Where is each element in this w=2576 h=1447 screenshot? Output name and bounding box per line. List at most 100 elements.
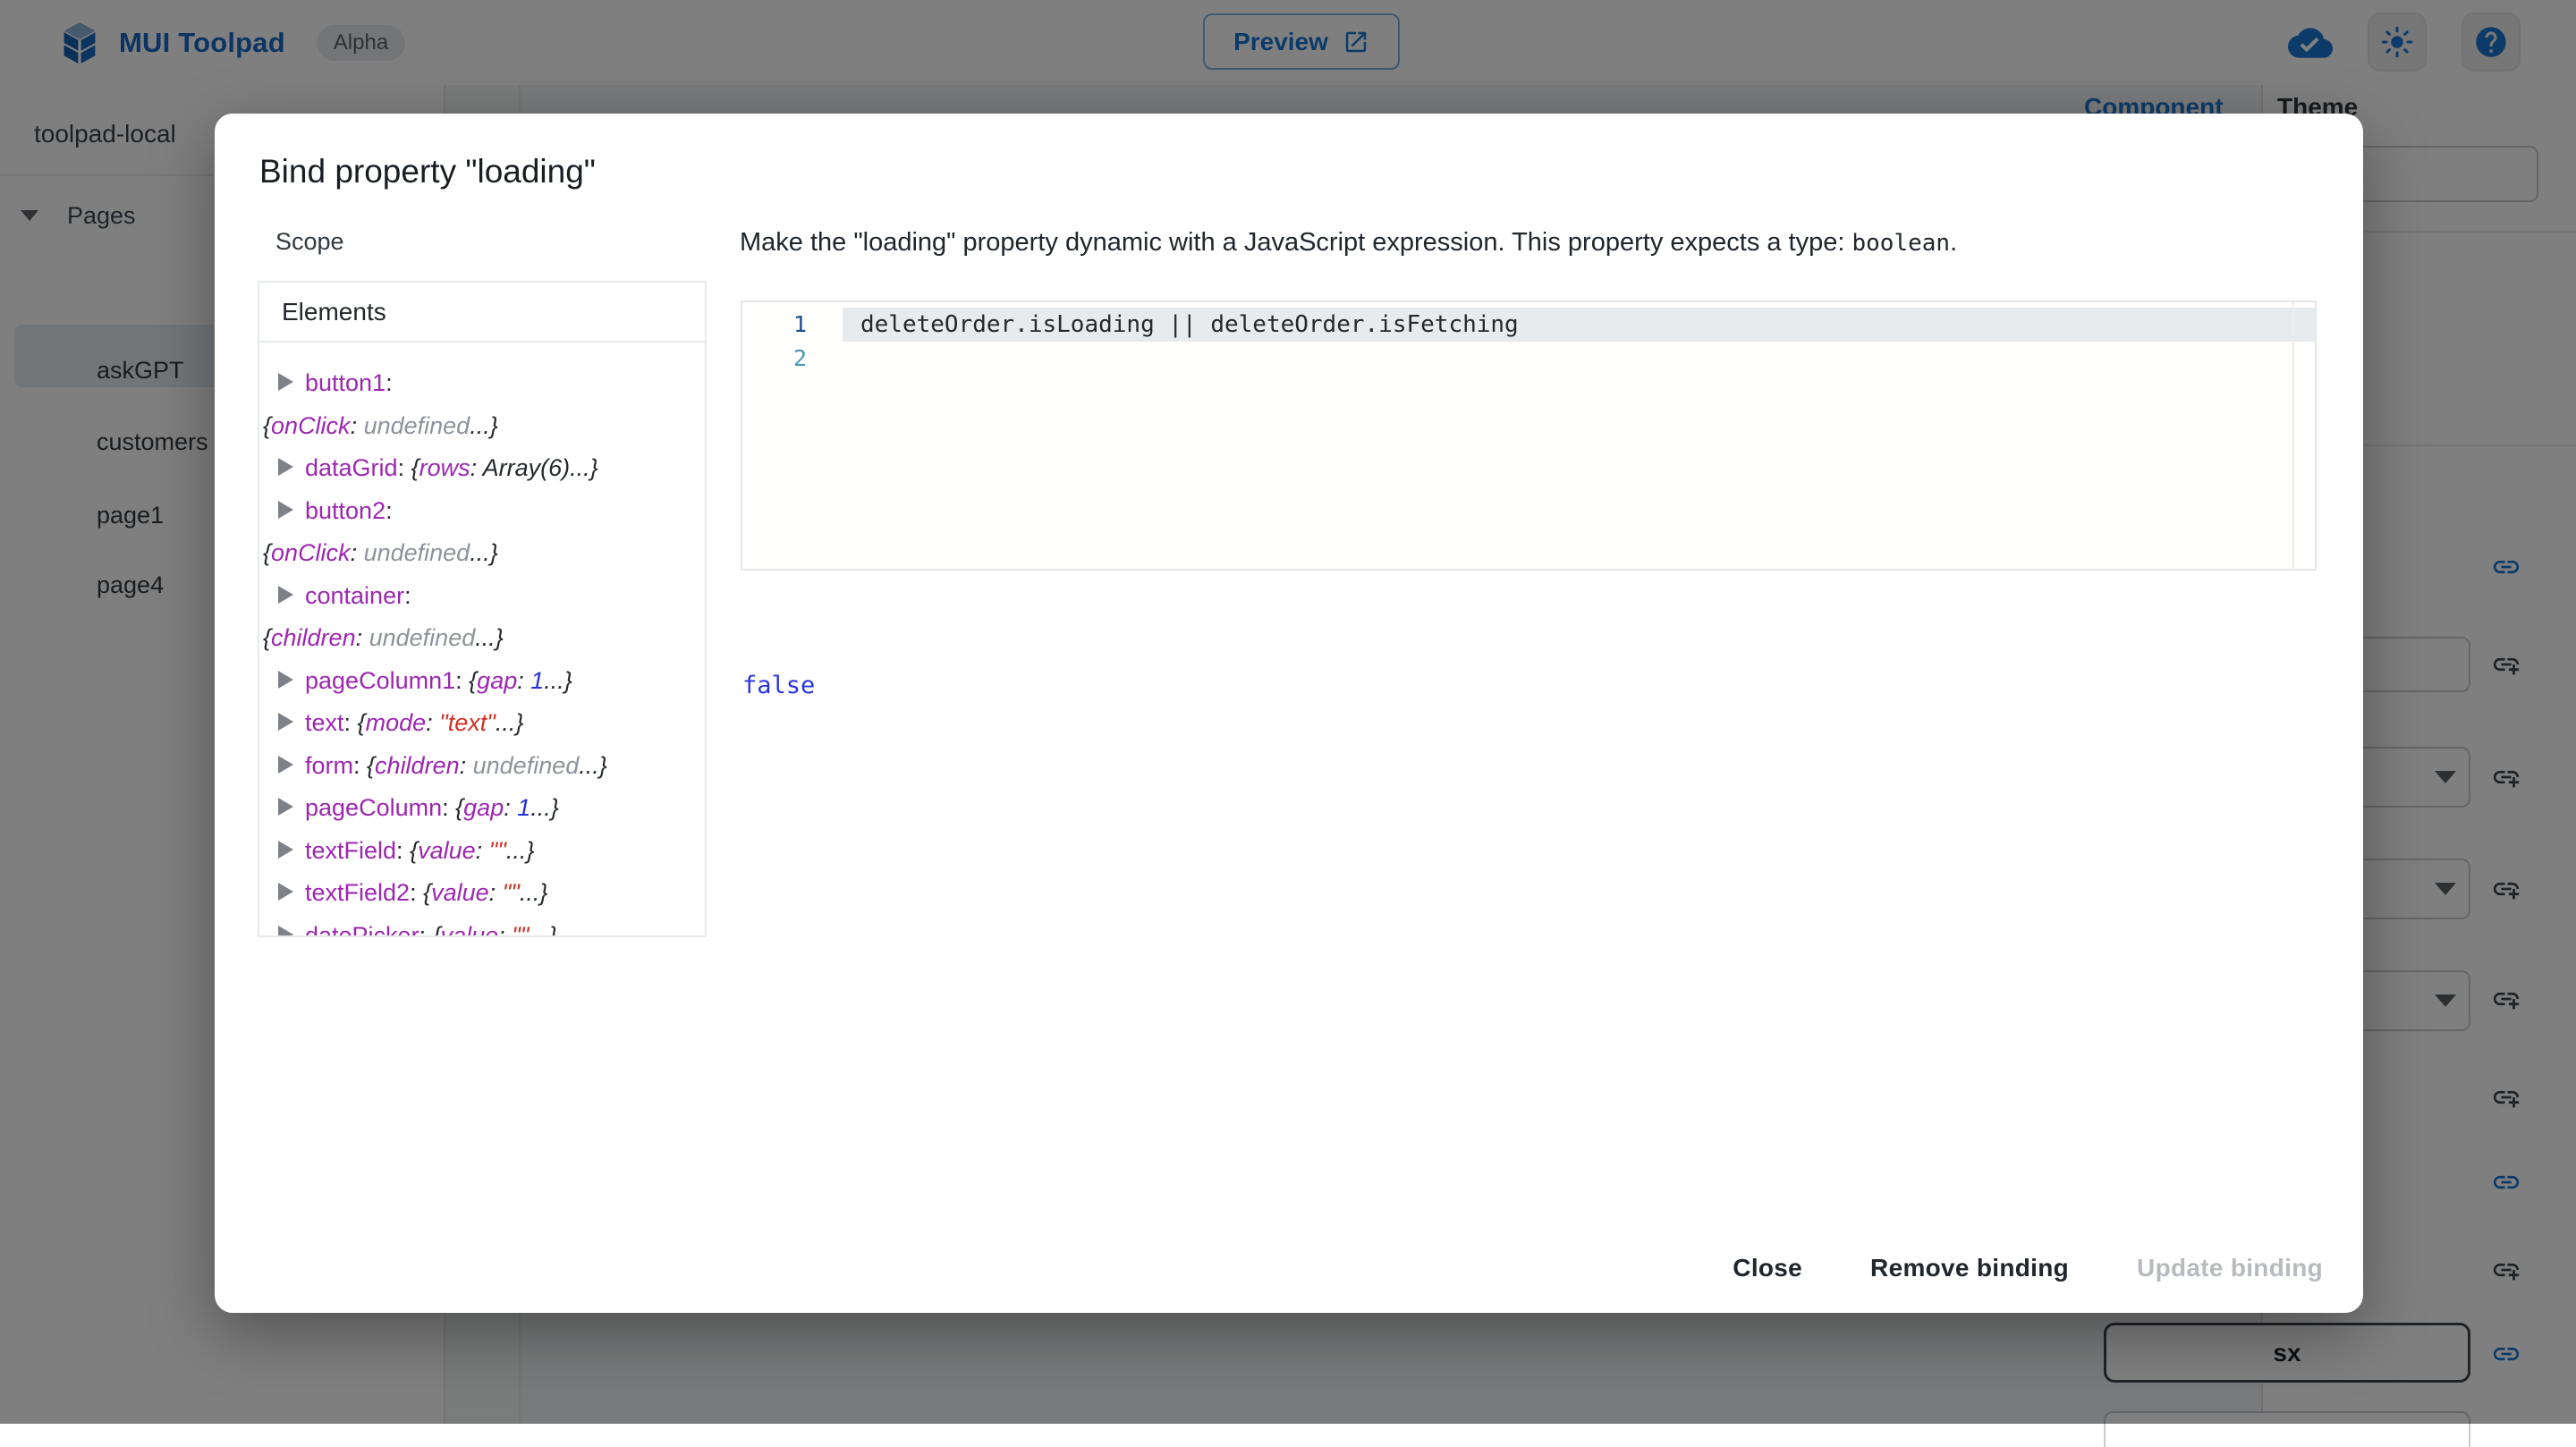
token-pi: { xyxy=(433,922,441,938)
editor-gutter-line xyxy=(2292,302,2294,569)
token-pi: : xyxy=(498,922,512,938)
token-key: children xyxy=(375,752,460,779)
token-pi: { xyxy=(358,709,366,736)
token-pi: : xyxy=(460,752,473,779)
token-key: rows xyxy=(419,454,470,481)
token-pi: ...} xyxy=(496,709,524,736)
token-pi: { xyxy=(263,624,271,651)
token-p: : xyxy=(404,582,411,609)
scope-tree-item[interactable]: text: {mode: "text"...} xyxy=(263,702,701,745)
scope-tree-item[interactable]: button2: xyxy=(263,490,701,533)
token-pi: { xyxy=(410,837,418,864)
token-p: : xyxy=(386,497,393,524)
tree-expand-icon[interactable] xyxy=(278,586,293,604)
bind-property-dialog: Bind property "loading" Scope Elements b… xyxy=(215,114,2363,1313)
token-key: value xyxy=(431,879,489,906)
token-pi: ...} xyxy=(579,752,607,779)
token-ident: textField2 xyxy=(305,879,410,906)
token-pi: ...} xyxy=(530,794,559,821)
line-number: 2 xyxy=(742,342,807,376)
scope-tree-item[interactable]: form: {children: undefined...} xyxy=(263,745,701,788)
token-undef: undefined xyxy=(473,752,580,779)
token-pi: ...} xyxy=(475,624,504,651)
dialog-description: Make the "loading" property dynamic with… xyxy=(740,226,1957,259)
token-key: children xyxy=(271,624,356,651)
description-text: Make the "loading" property dynamic with… xyxy=(740,228,1852,257)
token-ident: pageColumn1 xyxy=(305,667,455,694)
token-undef: undefined xyxy=(364,539,470,566)
token-undef: undefined xyxy=(369,624,476,651)
scope-label: Scope xyxy=(275,228,344,256)
scope-tree-item[interactable]: pageColumn: {gap: 1...} xyxy=(263,787,701,830)
token-p: : xyxy=(398,454,411,481)
token-str: "" xyxy=(503,879,520,906)
token-ident: container xyxy=(305,582,404,609)
token-pi: : xyxy=(470,454,483,481)
token-p: : xyxy=(410,879,423,906)
token-pi: { xyxy=(367,752,375,779)
token-key: onClick xyxy=(271,412,351,439)
tree-expand-icon[interactable] xyxy=(278,501,293,519)
dialog-title: Bind property "loading" xyxy=(259,153,596,190)
close-button[interactable]: Close xyxy=(1727,1253,1808,1283)
scope-tree-item[interactable]: {onClick: undefined...} xyxy=(263,532,701,575)
tree-expand-icon[interactable] xyxy=(278,926,293,938)
scope-tree-item[interactable]: container: xyxy=(263,575,701,618)
token-pi: : xyxy=(489,879,503,906)
token-pi: ...} xyxy=(544,667,572,694)
token-key: value xyxy=(418,837,476,864)
token-pi: ...} xyxy=(520,879,548,906)
token-pi: : xyxy=(356,624,369,651)
tree-expand-icon[interactable] xyxy=(278,798,293,816)
token-pi: { xyxy=(469,667,477,694)
scope-tree-item[interactable]: dataGrid: {rows: Array(6)...} xyxy=(263,447,701,490)
scope-tree-item[interactable]: textField2: {value: ""...} xyxy=(263,872,701,915)
token-p: : xyxy=(396,837,410,864)
remove-binding-button[interactable]: Remove binding xyxy=(1865,1253,2074,1283)
token-pi: ...} xyxy=(506,837,535,864)
scope-tree-item[interactable]: {onClick: undefined...} xyxy=(263,405,701,448)
token-p: : xyxy=(353,752,367,779)
update-binding-button[interactable]: Update binding xyxy=(2131,1253,2328,1283)
token-num: 1 xyxy=(517,794,530,821)
token-pi: : xyxy=(504,794,517,821)
scope-tree-item[interactable]: {children: undefined...} xyxy=(263,617,701,660)
expression-result-value: false xyxy=(742,672,815,699)
token-atom: Array(6) xyxy=(483,454,571,481)
tree-expand-icon[interactable] xyxy=(278,756,293,774)
token-str: "" xyxy=(489,837,506,864)
elements-panel-header: Elements xyxy=(259,283,705,343)
token-pi: : xyxy=(426,709,439,736)
token-pi: { xyxy=(411,454,419,481)
description-type-code: boolean xyxy=(1852,230,1951,257)
tree-expand-icon[interactable] xyxy=(278,458,293,476)
token-str: "" xyxy=(512,922,529,938)
scope-tree-item[interactable]: datePicker: {value: ""...} xyxy=(263,915,701,938)
token-ident: button2 xyxy=(305,497,386,524)
dialog-actions: Close Remove binding Update binding xyxy=(1727,1243,2328,1293)
scope-elements-panel: Elements button1:{onClick: undefined...}… xyxy=(258,281,707,937)
line-number: 1 xyxy=(742,308,807,342)
token-str: "text" xyxy=(439,709,496,736)
description-text: . xyxy=(1950,228,1957,257)
token-pi: { xyxy=(455,794,463,821)
expression-code-editor[interactable]: 1 deleteOrder.isLoading || deleteOrder.i… xyxy=(741,300,2317,571)
token-pi: : xyxy=(351,539,364,566)
token-pi: ...} xyxy=(470,412,498,439)
tree-expand-icon[interactable] xyxy=(278,713,293,731)
token-num: 1 xyxy=(530,667,544,694)
tree-expand-icon[interactable] xyxy=(278,841,293,859)
token-pi: ...} xyxy=(570,454,598,481)
token-pi: { xyxy=(263,539,271,566)
token-undef: undefined xyxy=(364,412,470,439)
scope-tree: button1:{onClick: undefined...}dataGrid:… xyxy=(259,343,705,937)
token-pi: ...} xyxy=(529,922,557,938)
scope-tree-item[interactable]: button1: xyxy=(263,362,701,405)
tree-expand-icon[interactable] xyxy=(278,883,293,901)
token-p: : xyxy=(442,794,455,821)
scope-tree-item[interactable]: pageColumn1: {gap: 1...} xyxy=(263,660,701,703)
tree-expand-icon[interactable] xyxy=(278,671,293,689)
tree-expand-icon[interactable] xyxy=(278,373,293,391)
token-key: value xyxy=(441,922,499,938)
scope-tree-item[interactable]: textField: {value: ""...} xyxy=(263,830,701,873)
